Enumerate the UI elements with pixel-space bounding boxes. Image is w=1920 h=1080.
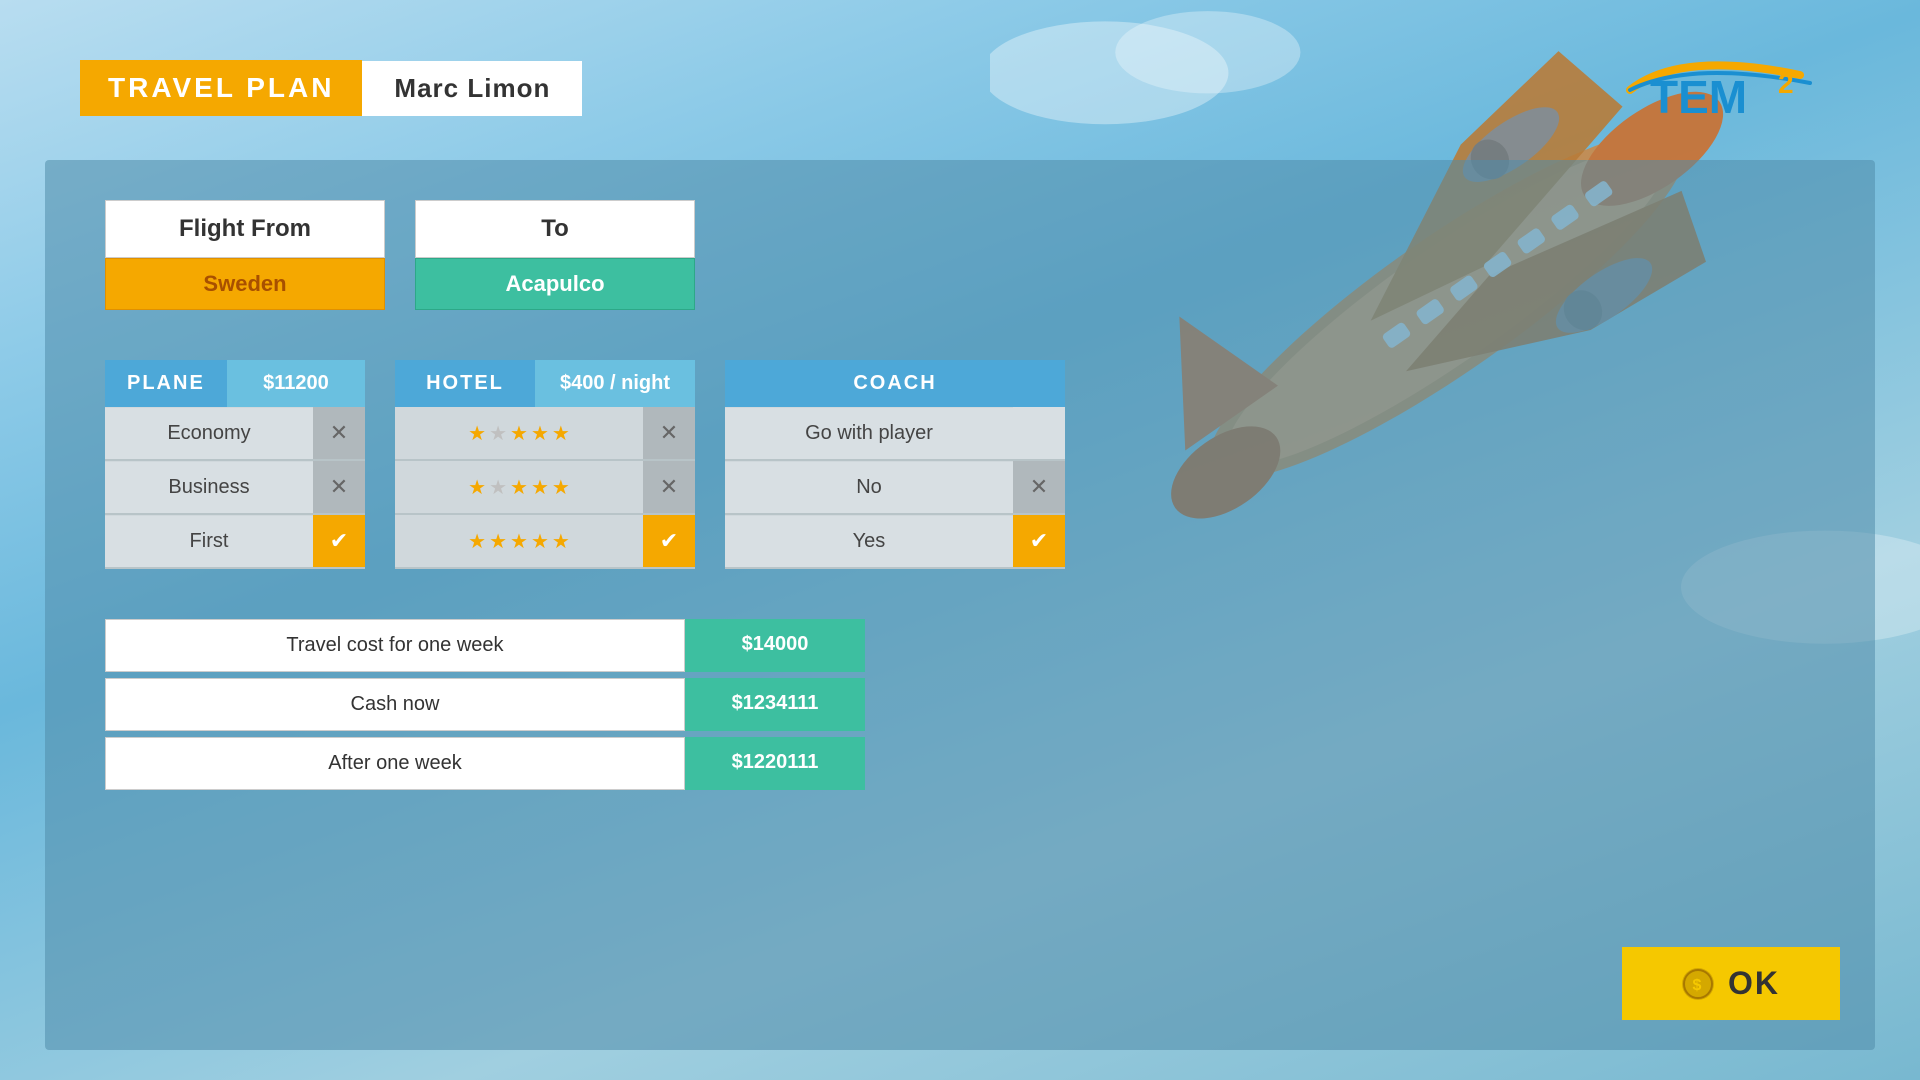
plane-column: PLANE $11200 Economy ✕ Business ✕ First … — [105, 360, 365, 569]
hotel-row-0[interactable]: ★ ★ ★ ★ ★ ✕ — [395, 407, 695, 461]
hotel-column-header: HOTEL $400 / night — [395, 360, 695, 407]
cost-after-label: After one week — [105, 737, 685, 790]
coach-go-with-player-action[interactable] — [1013, 407, 1065, 459]
ok-button-label: OK — [1728, 965, 1780, 1002]
coach-no-label: No — [725, 462, 1013, 513]
plane-header-label: PLANE — [105, 360, 227, 407]
star-icon: ★ — [510, 475, 528, 500]
hotel-stars-2: ★ ★ ★ ★ ★ — [395, 521, 643, 562]
star-icon: ★ — [468, 475, 486, 500]
hotel-header-value: $400 / night — [535, 360, 695, 407]
star-icon: ★ — [510, 421, 528, 446]
star-icon: ★ — [489, 529, 507, 554]
coach-yes-label: Yes — [725, 516, 1013, 567]
hotel-row2-action[interactable]: ✔ — [643, 515, 695, 567]
coach-header-label: COACH — [725, 360, 1065, 407]
hotel-stars-0: ★ ★ ★ ★ ★ — [395, 413, 643, 454]
ok-coin-icon: $ — [1682, 968, 1714, 1000]
hotel-header-label: HOTEL — [395, 360, 535, 407]
svg-text:$: $ — [1693, 977, 1704, 994]
star-icon: ★ — [510, 529, 528, 554]
star-icon: ★ — [489, 421, 507, 446]
options-section: PLANE $11200 Economy ✕ Business ✕ First … — [105, 360, 1815, 569]
plane-first-label: First — [105, 516, 313, 567]
flight-to-label: To — [415, 200, 695, 258]
cost-row-cash: Cash now $1234111 — [105, 678, 865, 731]
hotel-row-1[interactable]: ★ ★ ★ ★ ★ ✕ — [395, 461, 695, 515]
ok-button[interactable]: $ OK — [1622, 947, 1840, 1020]
plane-business-label: Business — [105, 462, 313, 513]
plane-economy-action[interactable]: ✕ — [313, 407, 365, 459]
plane-header-value: $11200 — [227, 360, 365, 407]
coach-yes-row[interactable]: Yes ✔ — [725, 515, 1065, 569]
plane-business-row[interactable]: Business ✕ — [105, 461, 365, 515]
plane-economy-label: Economy — [105, 408, 313, 459]
star-icon: ★ — [552, 421, 570, 446]
star-icon: ★ — [468, 529, 486, 554]
star-icon: ★ — [489, 475, 507, 500]
plane-economy-row[interactable]: Economy ✕ — [105, 407, 365, 461]
coach-column: COACH Go with player No ✕ Yes ✔ — [725, 360, 1065, 569]
flight-to-field: To Acapulco — [415, 200, 695, 310]
star-icon: ★ — [468, 421, 486, 446]
logo: TEM 2 — [1620, 55, 1840, 125]
plane-business-action[interactable]: ✕ — [313, 461, 365, 513]
cost-after-value: $1220111 — [685, 737, 865, 790]
cost-cash-value: $1234111 — [685, 678, 865, 731]
hotel-row1-action[interactable]: ✕ — [643, 461, 695, 513]
cost-travel-label: Travel cost for one week — [105, 619, 685, 672]
star-icon: ★ — [552, 529, 570, 554]
main-panel: Flight From Sweden To Acapulco PLANE $11… — [45, 160, 1875, 1050]
svg-text:2: 2 — [1778, 68, 1794, 99]
coach-no-row[interactable]: No ✕ — [725, 461, 1065, 515]
flight-from-value: Sweden — [105, 258, 385, 310]
hotel-row-2[interactable]: ★ ★ ★ ★ ★ ✔ — [395, 515, 695, 569]
plane-first-action[interactable]: ✔ — [313, 515, 365, 567]
coach-go-with-player-label: Go with player — [725, 408, 1013, 459]
svg-text:TEM: TEM — [1650, 71, 1747, 123]
flight-info: Flight From Sweden To Acapulco — [105, 200, 1815, 310]
star-icon: ★ — [552, 475, 570, 500]
star-icon: ★ — [531, 529, 549, 554]
flight-from-label: Flight From — [105, 200, 385, 258]
cost-row-after: After one week $1220111 — [105, 737, 865, 790]
cost-cash-label: Cash now — [105, 678, 685, 731]
flight-from-field: Flight From Sweden — [105, 200, 385, 310]
player-name-badge: Marc Limon — [362, 61, 582, 116]
hotel-row0-action[interactable]: ✕ — [643, 407, 695, 459]
plane-first-row[interactable]: First ✔ — [105, 515, 365, 569]
cost-travel-value: $14000 — [685, 619, 865, 672]
cost-row-travel: Travel cost for one week $14000 — [105, 619, 865, 672]
cost-summary: Travel cost for one week $14000 Cash now… — [105, 619, 865, 790]
flight-to-value: Acapulco — [415, 258, 695, 310]
coach-no-action[interactable]: ✕ — [1013, 461, 1065, 513]
coach-yes-action[interactable]: ✔ — [1013, 515, 1065, 567]
coach-go-with-player-row[interactable]: Go with player — [725, 407, 1065, 461]
header: TRAVEL PLAN Marc Limon — [80, 60, 582, 116]
logo-svg: TEM 2 — [1620, 55, 1840, 125]
travel-plan-badge: TRAVEL PLAN — [80, 60, 362, 116]
hotel-column: HOTEL $400 / night ★ ★ ★ ★ ★ ✕ ★ ★ — [395, 360, 695, 569]
hotel-stars-1: ★ ★ ★ ★ ★ — [395, 467, 643, 508]
star-icon: ★ — [531, 421, 549, 446]
plane-column-header: PLANE $11200 — [105, 360, 365, 407]
star-icon: ★ — [531, 475, 549, 500]
